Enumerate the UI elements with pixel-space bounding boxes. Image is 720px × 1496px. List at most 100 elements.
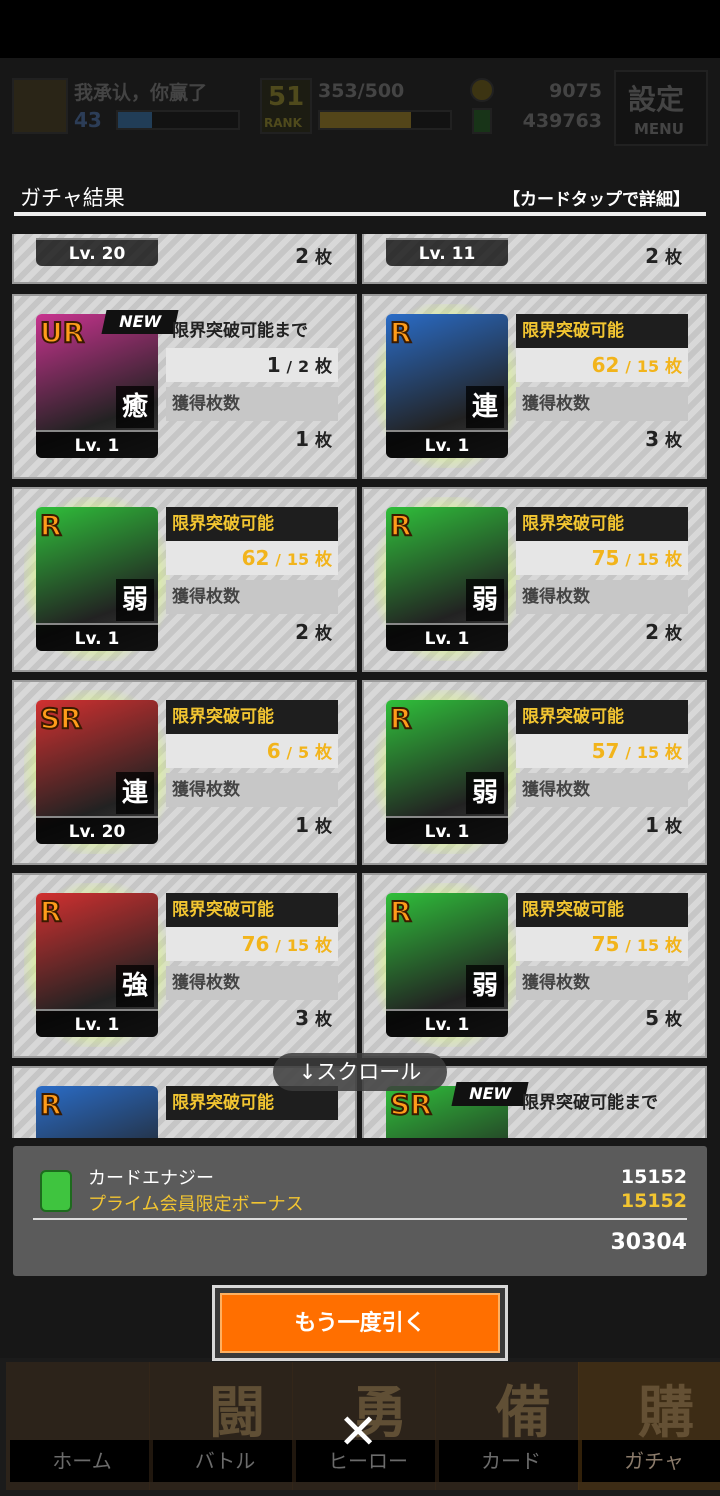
rarity-badge: SR: [389, 1088, 433, 1121]
cards-icon: 備: [495, 1381, 551, 1446]
scroll-hint: ↓スクロール: [273, 1053, 447, 1091]
limit-break-status: 限界突破可能: [166, 1086, 338, 1120]
obtained-label: 獲得枚数: [166, 580, 338, 614]
rarity-badge: R: [389, 895, 413, 928]
nav-label: ガチャ: [582, 1440, 720, 1482]
obtained-label: 獲得枚数: [516, 387, 688, 421]
gacha-icon: 購: [638, 1381, 694, 1446]
obtained-count: 3 枚: [645, 427, 682, 451]
obtained-count: 2 枚: [295, 620, 332, 644]
obtained-label: 獲得枚数: [516, 773, 688, 807]
rarity-badge: R: [39, 895, 63, 928]
energy-label: カードエナジー: [88, 1168, 214, 1189]
rarity-badge: UR: [39, 316, 85, 349]
rarity-badge: R: [389, 509, 413, 542]
rarity-badge: R: [39, 509, 63, 542]
limit-break-progress: 76 / 15 枚: [166, 927, 338, 961]
attribute-badge: 連: [466, 386, 504, 428]
limit-break-progress: 57 / 15 枚: [516, 734, 688, 768]
card-level: Lv. 1: [386, 816, 508, 844]
limit-break-progress: 1 / 2 枚: [166, 348, 338, 382]
energy-divider: [33, 1218, 687, 1220]
prime-bonus-value: 15152: [620, 1190, 687, 1212]
card-result[interactable]: R 連 Lv. 1 限界突破可能 62 / 15 枚獲得枚数 3 枚: [362, 294, 707, 479]
card-partial-top[interactable]: Lv. 20 2 枚: [12, 234, 357, 284]
card-energy-icon: [40, 1170, 72, 1212]
obtained-label: 獲得枚数: [516, 966, 688, 1000]
limit-break-status: 限界突破可能: [166, 700, 338, 734]
limit-break-status: 限界突破可能: [516, 893, 688, 927]
limit-break-status: 限界突破可能まで: [522, 1093, 658, 1113]
attribute-badge: 癒: [116, 386, 154, 428]
limit-break-status: 限界突破可能: [516, 507, 688, 541]
panel-title: ガチャ結果: [20, 186, 125, 210]
obtained-label: 獲得枚数: [166, 773, 338, 807]
card-thumbnail: R: [36, 1086, 158, 1138]
obtained-count: 2 枚: [295, 244, 332, 268]
card-level: Lv. 20: [36, 238, 158, 266]
obtained-label: 獲得枚数: [166, 387, 338, 421]
card-result[interactable]: R 弱 Lv. 1 限界突破可能 62 / 15 枚獲得枚数 2 枚: [12, 487, 357, 672]
card-thumbnail: R 弱 Lv. 1: [386, 893, 508, 1037]
energy-value: 15152: [620, 1166, 687, 1188]
rarity-badge: R: [39, 1088, 63, 1121]
card-thumbnail: UR 癒 Lv. 1: [36, 314, 158, 458]
card-level: Lv. 1: [386, 430, 508, 458]
obtained-count: 2 枚: [645, 620, 682, 644]
nav-label: カード: [439, 1440, 583, 1482]
card-thumbnail: SR 連 Lv. 20: [36, 700, 158, 844]
attribute-badge: 弱: [466, 965, 504, 1007]
obtained-count: 2 枚: [645, 244, 682, 268]
rarity-badge: R: [389, 702, 413, 735]
attribute-badge: 弱: [466, 579, 504, 621]
card-level: Lv. 1: [36, 623, 158, 651]
limit-break-progress: 75 / 15 枚: [516, 927, 688, 961]
obtained-count: 1 枚: [645, 813, 682, 837]
card-level: Lv. 11: [386, 238, 508, 266]
card-thumbnail: R 弱 Lv. 1: [386, 507, 508, 651]
card-thumbnail: R 強 Lv. 1: [36, 893, 158, 1037]
obtained-count: 3 枚: [295, 1006, 332, 1030]
card-result-grid[interactable]: Lv. 20 2 枚 Lv. 11 2 枚 UR 癒 Lv. 1 NEW 限界突破可能まで 1 /…: [12, 234, 708, 1138]
status-bar: [0, 0, 720, 58]
close-icon[interactable]: ✕: [338, 1404, 378, 1460]
card-level: Lv. 1: [36, 1009, 158, 1037]
energy-total: 30304: [610, 1230, 687, 1255]
card-thumbnail: R 弱 Lv. 1: [36, 507, 158, 651]
nav-label: バトル: [153, 1440, 297, 1482]
limit-break-status: 限界突破可能: [166, 893, 338, 927]
obtained-count: 1 枚: [295, 427, 332, 451]
card-level: Lv. 1: [36, 430, 158, 458]
rarity-badge: R: [389, 316, 413, 349]
limit-break-status: 限界突破可能: [516, 314, 688, 348]
limit-break-progress: 62 / 15 枚: [166, 541, 338, 575]
prime-bonus-label: プライム会員限定ボーナス: [88, 1194, 304, 1215]
attribute-badge: 連: [116, 772, 154, 814]
card-thumbnail: R 連 Lv. 1: [386, 314, 508, 458]
limit-break-status: 限界突破可能: [516, 700, 688, 734]
card-result[interactable]: R 弱 Lv. 1 限界突破可能 57 / 15 枚獲得枚数 1 枚: [362, 680, 707, 865]
card-partial-top[interactable]: Lv. 11 2 枚: [362, 234, 707, 284]
obtained-label: 獲得枚数: [166, 966, 338, 1000]
attribute-badge: 弱: [466, 772, 504, 814]
draw-again-label: もう一度引く: [220, 1293, 500, 1353]
card-result[interactable]: UR 癒 Lv. 1 NEW 限界突破可能まで 1 / 2 枚獲得枚数 1 枚: [12, 294, 357, 479]
controller-icon: 闘: [209, 1381, 265, 1446]
attribute-badge: 強: [116, 965, 154, 1007]
tap-hint: 【カードタップで詳細】: [503, 190, 690, 210]
card-thumbnail: R 弱 Lv. 1: [386, 700, 508, 844]
title-divider: [14, 212, 706, 216]
card-level: Lv. 1: [386, 1009, 508, 1037]
obtained-count: 5 枚: [645, 1006, 682, 1030]
card-result[interactable]: R 弱 Lv. 1 限界突破可能 75 / 15 枚獲得枚数 2 枚: [362, 487, 707, 672]
limit-break-progress: 6 / 5 枚: [166, 734, 338, 768]
limit-break-status: 限界突破可能: [166, 507, 338, 541]
draw-again-button[interactable]: もう一度引く: [212, 1285, 508, 1361]
card-result[interactable]: R 弱 Lv. 1 限界突破可能 75 / 15 枚獲得枚数 5 枚: [362, 873, 707, 1058]
card-result[interactable]: SR 連 Lv. 20 限界突破可能 6 / 5 枚獲得枚数 1 枚: [12, 680, 357, 865]
rarity-badge: SR: [39, 702, 83, 735]
attribute-badge: 弱: [116, 579, 154, 621]
card-result[interactable]: R 強 Lv. 1 限界突破可能 76 / 15 枚獲得枚数 3 枚: [12, 873, 357, 1058]
obtained-label: 獲得枚数: [516, 580, 688, 614]
limit-break-status: 限界突破可能まで: [172, 321, 308, 341]
